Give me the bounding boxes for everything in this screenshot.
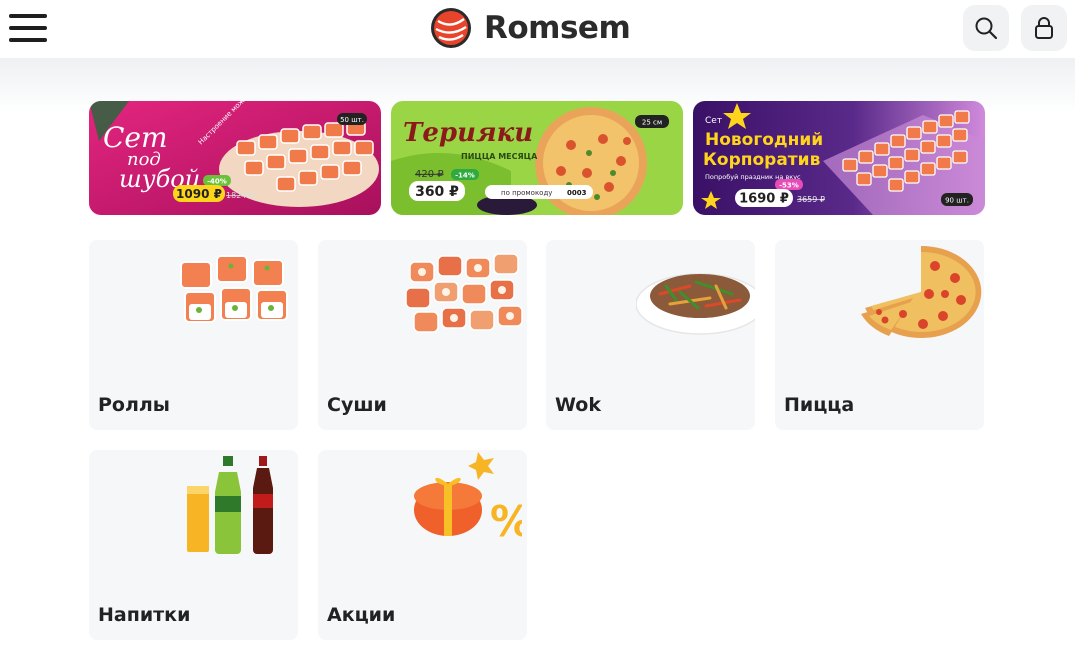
logo[interactable]: Romsem [430,6,631,50]
banner-set-pod-shuboy[interactable]: Сет под шубой Настроение можно заказать!… [89,101,381,215]
category-card-wok[interactable]: Wok [546,240,755,430]
banner3-title-1: Новогодний [705,130,823,150]
banner3-old-price: 3659 ₽ [797,195,825,204]
pizza-image [861,245,982,338]
category-label: Wok [555,394,601,416]
banner2-promo-text: по промокоду [501,189,552,197]
category-label: Акции [327,604,396,626]
category-card-sushi[interactable]: Суши [318,240,527,430]
category-card-pizza[interactable]: Пицца [775,240,984,430]
banner1-price: 1090 ₽ [176,187,222,201]
drinks-image [187,456,273,554]
wok-noodles-image [636,273,755,335]
search-button[interactable] [963,5,1009,51]
banner1-badge: 50 шт. [340,116,364,124]
banner1-old-price: 1824 ₽ [226,191,254,200]
banner-new-year-party-set[interactable]: Сет Новогодний Корпоратив Попробуй празд… [693,101,985,215]
banner2-old-price: 420 ₽ [415,169,444,180]
category-label: Пицца [784,394,855,416]
banner3-badge: 90 шт. [945,197,969,205]
hamburger-menu-icon[interactable] [9,12,47,44]
banner2-price: 360 ₽ [415,184,459,200]
lock-icon [1035,17,1053,39]
banner2-promo-code: 0003 [567,189,587,197]
banner3-discount: -53% [779,182,799,190]
svg-text:%: % [490,497,522,546]
gift-percent-image: % [414,452,522,546]
banner3-title-2: Корпоратив [703,150,821,170]
banner2-title: Терияки [403,118,533,148]
category-label: Суши [327,394,387,416]
search-icon [975,17,998,40]
header: Romsem [0,0,1075,58]
category-label: Напитки [98,604,191,626]
rolls-image [180,255,288,323]
salmon-logo-icon [431,8,471,48]
banner3-price: 1690 ₽ [739,192,789,207]
login-button[interactable] [1021,5,1067,51]
category-card-drinks[interactable]: Напитки [89,450,298,640]
banner-teriyaki-pizza[interactable]: Терияки ПИЦЦА МЕСЯЦА 25 см 420 ₽ -14% 36… [391,101,683,215]
sushi-image [405,253,523,333]
category-label: Роллы [98,394,170,416]
banner2-discount: -14% [455,172,475,180]
banner2-badge: 25 см [642,119,662,127]
banner3-small-title: Сет [705,116,722,126]
category-card-rolls[interactable]: Роллы [89,240,298,430]
banner1-discount: -40% [207,178,227,186]
brand-name: Romsem [484,10,631,46]
banner2-subtitle: ПИЦЦА МЕСЯЦА [461,152,538,161]
category-card-promotions[interactable]: % Акции [318,450,527,640]
